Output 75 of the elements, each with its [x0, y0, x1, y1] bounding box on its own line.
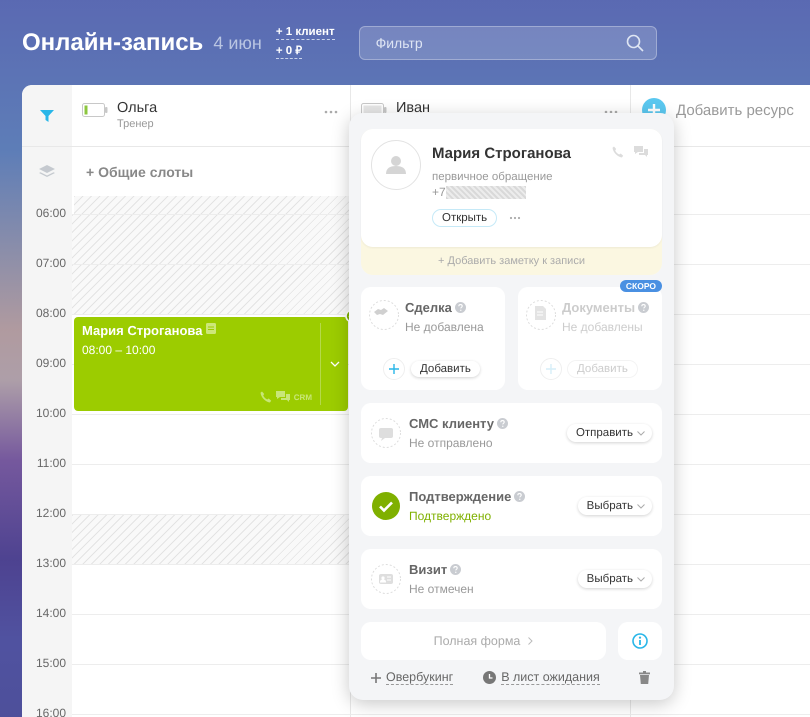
time-label: 07:00 — [36, 256, 66, 271]
status-text: Не отмечен — [409, 582, 475, 596]
add-button[interactable]: Добавить — [411, 361, 480, 377]
dropdown-button[interactable]: Выбрать — [578, 570, 652, 588]
resource-name: Иван — [396, 100, 432, 116]
layers-icon[interactable] — [39, 164, 55, 178]
clock-icon — [483, 671, 496, 684]
search-icon — [626, 34, 644, 52]
chat-icon — [276, 391, 290, 403]
caret-icon[interactable] — [330, 361, 340, 367]
overbooking-link[interactable]: Овербукинг — [371, 670, 454, 685]
status-title: Подтверждение — [409, 489, 512, 504]
time-label: 14:00 — [36, 606, 66, 621]
common-slots-link[interactable]: + Общие слоты — [86, 164, 194, 180]
blocked-slot[interactable] — [72, 514, 351, 564]
caret-icon — [637, 576, 645, 582]
more-icon[interactable] — [604, 110, 618, 114]
plus-icon — [371, 672, 381, 682]
phone-number: +7 — [432, 185, 446, 199]
appointment-time: 08:00 – 10:00 — [82, 343, 156, 357]
help-icon[interactable] — [454, 302, 466, 313]
document-icon — [526, 300, 556, 330]
help-icon[interactable] — [450, 564, 462, 575]
time-label: 09:00 — [36, 356, 66, 371]
more-icon[interactable] — [324, 110, 338, 114]
dropdown-button[interactable]: Выбрать — [578, 497, 652, 515]
info-icon — [632, 633, 648, 649]
time-label: 10:00 — [36, 406, 66, 421]
time-label: 12:00 — [36, 506, 66, 521]
note-icon — [206, 323, 216, 334]
filter-icon[interactable] — [40, 108, 54, 122]
status-title: СМС клиенту — [409, 416, 494, 431]
time-label: 13:00 — [36, 556, 66, 571]
add-resource-link[interactable]: Добавить ресурс — [676, 102, 794, 118]
info-button[interactable] — [618, 622, 662, 660]
phone-icon — [260, 391, 272, 403]
more-icon[interactable] — [509, 216, 522, 220]
chevron-icon — [528, 637, 534, 645]
client-source: первичное обращение — [432, 171, 554, 183]
help-icon[interactable] — [514, 491, 526, 502]
blocked-slot[interactable] — [72, 214, 351, 264]
stat-link[interactable]: + 0 ₽ — [276, 45, 302, 59]
tile-status: Не добавлена — [405, 320, 484, 334]
client-name: Мария Строганова — [432, 145, 572, 162]
open-button[interactable]: Открыть — [432, 209, 498, 227]
caret-icon — [637, 504, 645, 508]
phone-icon[interactable] — [612, 146, 624, 158]
date-label: 4 июн — [213, 33, 262, 54]
time-label: 11:00 — [36, 456, 66, 471]
blocked-slot[interactable] — [72, 264, 351, 314]
delete-button[interactable] — [639, 671, 650, 684]
app-title: Онлайн-запись — [22, 28, 204, 56]
status-title: Визит — [409, 562, 448, 577]
avatar-icon — [371, 140, 421, 190]
handshake-icon — [369, 300, 399, 330]
caret-icon — [637, 430, 645, 436]
help-icon[interactable] — [496, 418, 508, 429]
status-text: Подтверждено — [409, 509, 492, 523]
time-label: 06:00 — [36, 206, 66, 221]
dropdown-button[interactable]: Отправить — [566, 424, 652, 442]
crm-label: CRM — [294, 392, 312, 402]
time-label: 08:00 — [36, 306, 66, 321]
tile-title: Сделка — [405, 300, 452, 315]
chat-icon[interactable] — [634, 146, 648, 158]
resource-role: Тренер — [117, 118, 155, 130]
trash-icon — [639, 671, 650, 684]
status-text: Не отправлено — [409, 436, 494, 450]
appointment-client: Мария Строганова — [82, 323, 202, 338]
add-icon[interactable] — [383, 358, 405, 380]
time-label: 15:00 — [36, 656, 66, 671]
time-label: 16:00 — [36, 706, 66, 717]
resource-name: Ольга — [117, 100, 158, 116]
stat-link[interactable]: + 1 клиент — [276, 26, 335, 40]
waitlist-link[interactable]: В лист ожидания — [483, 670, 600, 685]
soon-badge: СКОРО — [620, 280, 662, 292]
